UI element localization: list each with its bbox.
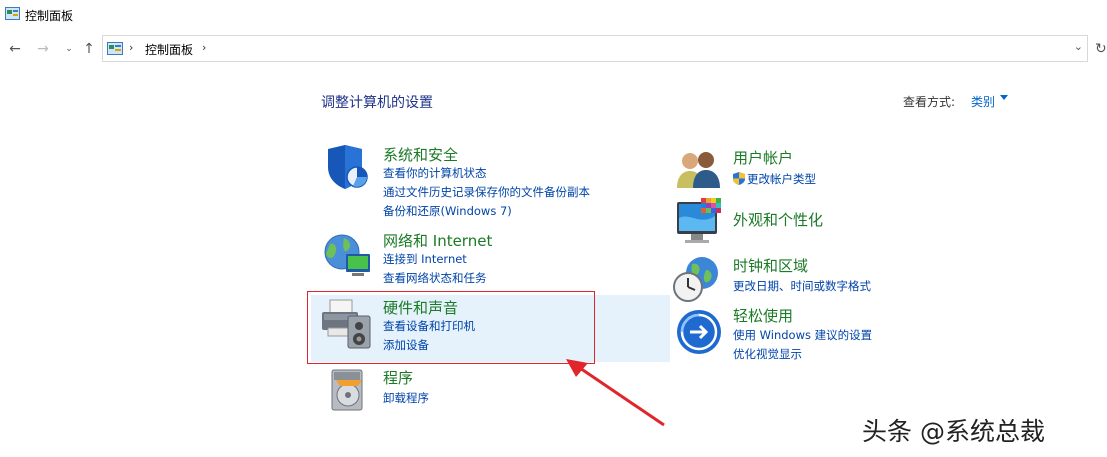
monitor-icon[interactable] [675, 198, 723, 248]
link-network-status[interactable]: 查看网络状态和任务 [383, 270, 487, 286]
control-panel-icon [5, 7, 20, 20]
view-by-label: 查看方式: [903, 95, 956, 109]
up-button[interactable]: ↑ [80, 40, 98, 58]
back-button[interactable]: ← [6, 40, 24, 58]
recent-locations-button[interactable]: ⌄ [60, 40, 78, 58]
link-uninstall-program[interactable]: 卸载程序 [383, 390, 429, 406]
category-title-appearance[interactable]: 外观和个性化 [733, 209, 823, 230]
address-bar[interactable]: › 控制面板 › ⌄ [102, 35, 1088, 62]
printer-speaker-icon[interactable] [320, 298, 374, 350]
users-icon[interactable] [676, 148, 722, 190]
control-panel-icon [107, 42, 123, 55]
breadcrumb-control-panel[interactable]: 控制面板 [145, 41, 193, 58]
link-view-computer-status[interactable]: 查看你的计算机状态 [383, 165, 487, 181]
chevron-down-icon[interactable] [1000, 95, 1008, 100]
annotation-arrow [566, 359, 665, 427]
link-change-date-time-format[interactable]: 更改日期、时间或数字格式 [733, 278, 871, 294]
refresh-button[interactable]: ↻ [1095, 41, 1107, 57]
uac-shield-icon [733, 172, 745, 185]
category-title-ease-of-access[interactable]: 轻松使用 [733, 305, 793, 326]
view-by-dropdown[interactable]: 类别 [971, 93, 995, 110]
category-title-clock-region[interactable]: 时钟和区域 [733, 255, 808, 276]
page-title: 调整计算机的设置 [321, 95, 433, 111]
window-title: 控制面板 [25, 9, 74, 23]
category-title-hardware-sound[interactable]: 硬件和声音 [383, 297, 458, 318]
link-windows-suggested-settings[interactable]: 使用 Windows 建议的设置 [733, 327, 872, 343]
programs-disc-icon[interactable] [328, 368, 370, 412]
link-devices-printers[interactable]: 查看设备和打印机 [383, 318, 475, 334]
link-backup-restore[interactable]: 备份和还原(Windows 7) [383, 203, 512, 219]
breadcrumb-chevron-icon[interactable]: › [129, 41, 133, 54]
category-title-user-accounts[interactable]: 用户帐户 [733, 147, 793, 168]
link-optimize-visual-display[interactable]: 优化视觉显示 [733, 346, 802, 362]
accessibility-icon[interactable] [676, 309, 722, 355]
link-change-account-type[interactable]: 更改帐户类型 [733, 171, 816, 187]
breadcrumb-chevron-icon[interactable]: › [202, 41, 206, 54]
category-title-system-security[interactable]: 系统和安全 [383, 144, 458, 165]
title-bar: 控制面板 [0, 0, 1107, 30]
clock-globe-icon[interactable] [672, 256, 722, 304]
link-change-account-type-label: 更改帐户类型 [747, 172, 816, 186]
link-file-history-backup[interactable]: 通过文件历史记录保存你的文件备份副本 [383, 184, 590, 200]
watermark-text: 头条 @系统总裁 [862, 417, 1045, 446]
security-shield-icon[interactable] [323, 143, 371, 191]
link-add-device[interactable]: 添加设备 [383, 337, 429, 353]
address-dropdown-icon[interactable]: ⌄ [1074, 40, 1083, 53]
category-title-network-internet[interactable]: 网络和 Internet [383, 230, 492, 251]
category-title-programs[interactable]: 程序 [383, 367, 413, 388]
network-globe-icon[interactable] [322, 230, 372, 280]
forward-button[interactable]: → [34, 40, 52, 58]
link-connect-internet[interactable]: 连接到 Internet [383, 251, 467, 267]
navigation-bar: ← → ⌄ ↑ › 控制面板 › ⌄ ↻ [0, 30, 1107, 70]
